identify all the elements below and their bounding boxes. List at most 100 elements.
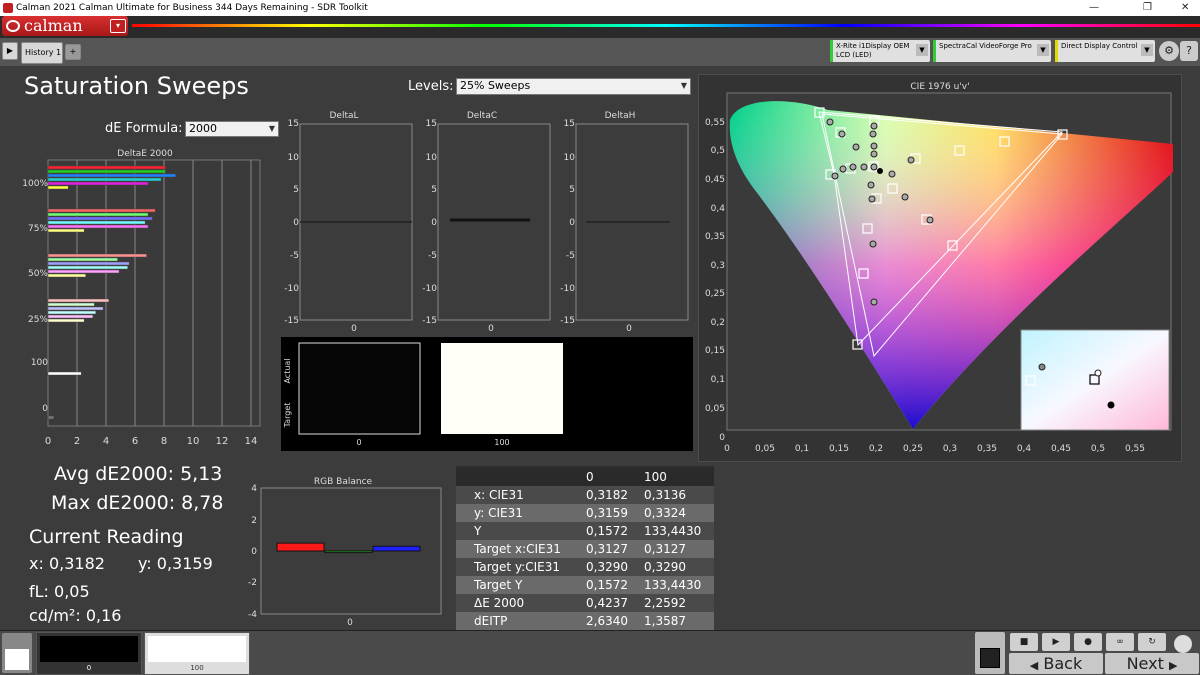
- black-square-icon: [980, 648, 1000, 668]
- rgb-balance-chart: RGB Balance 4 2 0 -2 -4 0: [248, 477, 442, 628]
- calman-logo[interactable]: calman ▾: [2, 16, 128, 36]
- deltae-bar: [47, 371, 82, 376]
- avg-de: Avg dE2000: 5,13: [54, 463, 223, 485]
- deltae-bar: [47, 177, 162, 182]
- y-tick: -5: [290, 251, 299, 261]
- cell: 133,4430: [644, 524, 702, 538]
- table-header: 0 100: [456, 468, 714, 486]
- patch-tray-button[interactable]: [2, 633, 32, 673]
- deltae-chart: DeltaE 2000 100% 75% 50% 25% 100 0 0 2 4…: [22, 149, 261, 447]
- cell: 0,3127: [644, 542, 686, 556]
- deltae-bar: [47, 269, 120, 274]
- info-icon[interactable]: [1174, 635, 1192, 653]
- x-tick: 0,4: [1017, 444, 1032, 454]
- x-tick: 0,15: [829, 444, 849, 454]
- deltae-bar: [47, 253, 147, 258]
- table-row: y: CIE31 0,3159 0,3324: [456, 504, 714, 522]
- device-generator[interactable]: SpectraCal VideoForge Pro ▼: [933, 40, 1051, 62]
- deltae-bar: [47, 173, 176, 178]
- loop-icon[interactable]: ∞: [1106, 633, 1134, 651]
- deltae-bar: [47, 302, 95, 307]
- rgb-x-label: 0: [347, 618, 353, 628]
- y-tick: 10: [426, 153, 438, 163]
- patch-label: 0: [86, 664, 92, 672]
- x-tick: 0,5: [1091, 444, 1105, 454]
- y-tick: -10: [422, 284, 437, 294]
- rgb-title: RGB Balance: [314, 477, 373, 487]
- back-button[interactable]: ◀ Back: [1009, 653, 1103, 674]
- back-arrow-icon: ◀: [1029, 659, 1039, 672]
- y-tick: 15: [288, 119, 299, 129]
- y-tick: 0,2: [711, 318, 725, 328]
- row-label: Target y:CIE31: [474, 560, 560, 574]
- refresh-icon[interactable]: ↻: [1138, 633, 1166, 651]
- deltae-bar: [47, 165, 166, 170]
- de-formula-select[interactable]: 2000: [185, 121, 279, 137]
- column-header: 0: [586, 470, 594, 484]
- deltae-x-ticks: 0 2 4 6 8 10 12 14: [45, 436, 258, 447]
- tab-history-1[interactable]: History 1: [21, 42, 63, 64]
- y-tick: 0: [293, 218, 299, 228]
- rgb-bars: [276, 542, 421, 554]
- deltae-bar: [47, 181, 149, 186]
- cie-title: CIE 1976 u'v': [910, 82, 969, 92]
- cell: 0,1572: [586, 578, 628, 592]
- rgb-y-ticks: 4 2 0 -2 -4: [248, 484, 257, 620]
- y-tick: -10: [560, 284, 575, 294]
- cell: 1,3587: [644, 614, 686, 628]
- levels-select[interactable]: 25% Sweeps: [456, 78, 691, 95]
- stop-icon[interactable]: ■: [1010, 633, 1038, 651]
- y-tick: 0: [431, 218, 437, 228]
- deltac-title: DeltaC: [467, 111, 497, 121]
- chevron-down-icon[interactable]: ▼: [916, 44, 928, 56]
- play-icon[interactable]: ▶: [1042, 633, 1070, 651]
- restore-button[interactable]: ❐: [1143, 0, 1152, 16]
- deltal-title: DeltaL: [329, 111, 358, 121]
- swatch-100[interactable]: [441, 343, 563, 434]
- close-button[interactable]: ✕: [1181, 0, 1189, 16]
- brand-name: calman: [24, 16, 83, 35]
- rgb-bar-red: [276, 542, 325, 552]
- add-tab-button[interactable]: +: [65, 44, 81, 60]
- y-tick: 5: [569, 185, 575, 195]
- help-icon[interactable]: ?: [1180, 41, 1198, 61]
- y-tick: 0: [569, 218, 575, 228]
- row-label: y: CIE31: [474, 506, 523, 520]
- stop-sequence-button[interactable]: [975, 632, 1005, 674]
- y-tick: 0,55: [705, 118, 725, 128]
- y-tick: 0,1: [711, 375, 725, 385]
- chevron-down-icon[interactable]: ▼: [1141, 44, 1153, 56]
- levels-label: Levels:: [408, 79, 454, 94]
- y-tick: 0: [719, 433, 725, 443]
- swatch-0[interactable]: [298, 342, 421, 435]
- settings-gear-icon[interactable]: ⚙: [1159, 41, 1179, 61]
- cell: 2,6340: [586, 614, 628, 628]
- deltal-x-label: 0: [351, 324, 357, 334]
- patch-100[interactable]: 100: [144, 632, 250, 675]
- x-tick: 14: [245, 436, 258, 447]
- deltac-chart: DeltaC: [437, 111, 551, 321]
- x-tick: 0: [724, 444, 730, 454]
- chevron-down-icon[interactable]: ▼: [1037, 44, 1049, 56]
- minimize-button[interactable]: —: [1089, 0, 1099, 16]
- cell: 2,2592: [644, 596, 686, 610]
- deltae-bar: [47, 310, 97, 315]
- white-point: [877, 168, 883, 174]
- y-tick: 2: [251, 516, 257, 526]
- app-menu-button[interactable]: ▾: [110, 19, 126, 33]
- record-icon[interactable]: ●: [1074, 633, 1102, 651]
- x-tick: 2: [74, 436, 80, 447]
- y-tick: 10: [288, 153, 300, 163]
- play-button[interactable]: ▶: [2, 42, 18, 60]
- deltae-bar: [47, 220, 146, 225]
- actual-label: Actual: [283, 358, 292, 383]
- window-title: Calman 2021 Calman Ultimate for Business…: [16, 3, 368, 13]
- patch-0[interactable]: 0: [36, 632, 142, 675]
- column-header: 100: [644, 470, 667, 484]
- device-meter[interactable]: X-Rite i1Display OEM LCD (LED) ▼: [830, 40, 930, 62]
- x-tick: 10: [187, 436, 200, 447]
- next-label: Next: [1126, 654, 1164, 673]
- device-display[interactable]: Direct Display Control ▼: [1055, 40, 1155, 62]
- next-button[interactable]: Next ▶: [1105, 653, 1199, 674]
- cell: 0,4237: [586, 596, 628, 610]
